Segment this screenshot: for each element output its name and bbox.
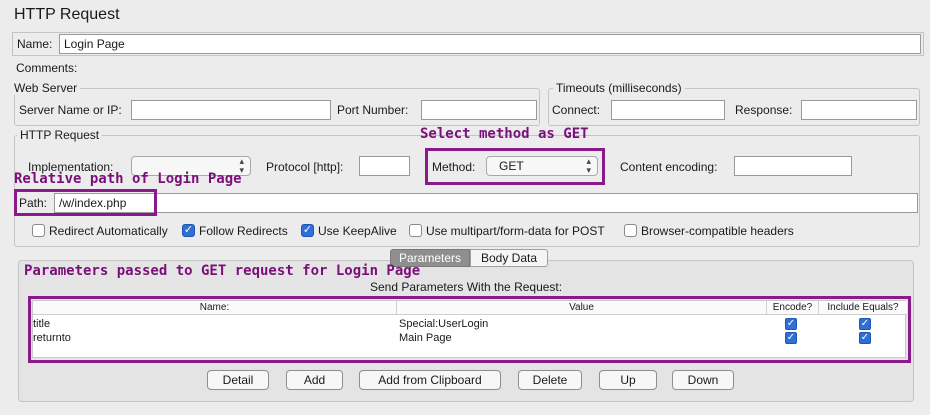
detail-button[interactable]: Detail — [207, 370, 269, 390]
follow-redirects-checkbox[interactable]: ✓ — [182, 224, 195, 237]
params-highlight-box — [28, 296, 911, 363]
delete-button[interactable]: Delete — [518, 370, 582, 390]
content-encoding-input[interactable] — [734, 156, 852, 176]
add-button[interactable]: Add — [286, 370, 343, 390]
browser-compatible-headers-label: Browser-compatible headers — [641, 224, 794, 238]
browser-compatible-headers-checkbox[interactable] — [624, 224, 637, 237]
port-number-label: Port Number: — [337, 103, 409, 117]
timeouts-legend: Timeouts (milliseconds) — [553, 81, 685, 95]
name-row: Name: Login Page — [12, 32, 924, 56]
use-multipart-checkbox[interactable] — [409, 224, 422, 237]
port-number-input[interactable] — [421, 100, 537, 120]
tab-body-data[interactable]: Body Data — [470, 249, 548, 267]
path-input[interactable]: /w/index.php — [54, 193, 918, 213]
add-from-clipboard-button[interactable]: Add from Clipboard — [359, 370, 501, 390]
method-highlight-box — [425, 148, 605, 185]
follow-redirects-label: Follow Redirects — [199, 224, 288, 238]
name-input[interactable]: Login Page — [59, 34, 921, 54]
name-label: Name: — [17, 37, 53, 51]
connect-input[interactable] — [611, 100, 725, 120]
use-keepalive-label: Use KeepAlive — [318, 224, 397, 238]
up-button[interactable]: Up — [599, 370, 657, 390]
redirect-automatically-checkbox[interactable] — [32, 224, 45, 237]
params-heading: Send Parameters With the Request: — [370, 280, 563, 294]
response-label: Response: — [735, 103, 793, 117]
server-name-input[interactable] — [131, 100, 331, 120]
comments-row: Comments: — [12, 58, 924, 78]
http-request-legend: HTTP Request — [17, 128, 103, 142]
web-server-group: Web Server Server Name or IP: Port Numbe… — [11, 81, 540, 126]
use-keepalive-checkbox[interactable]: ✓ — [301, 224, 314, 237]
protocol-input[interactable] — [359, 156, 410, 176]
server-name-label: Server Name or IP: — [19, 103, 122, 117]
web-server-legend: Web Server — [11, 81, 81, 95]
method-annotation: Select method as GET — [420, 126, 589, 142]
path-annotation: Relative path of Login Page — [14, 171, 242, 187]
comments-label: Comments: — [16, 61, 78, 75]
use-multipart-label: Use multipart/form-data for POST — [426, 224, 605, 238]
redirect-automatically-label: Redirect Automatically — [49, 224, 168, 238]
connect-label: Connect: — [552, 103, 601, 117]
params-annotation: Parameters passed to GET request for Log… — [24, 263, 421, 279]
content-encoding-label: Content encoding: — [620, 160, 718, 174]
panel-title: HTTP Request — [14, 6, 120, 23]
response-input[interactable] — [801, 100, 917, 120]
timeouts-group: Timeouts (milliseconds) Connect: Respons… — [548, 81, 920, 126]
protocol-label: Protocol [http]: — [266, 160, 344, 174]
path-highlight-box — [14, 189, 157, 216]
down-button[interactable]: Down — [672, 370, 734, 390]
